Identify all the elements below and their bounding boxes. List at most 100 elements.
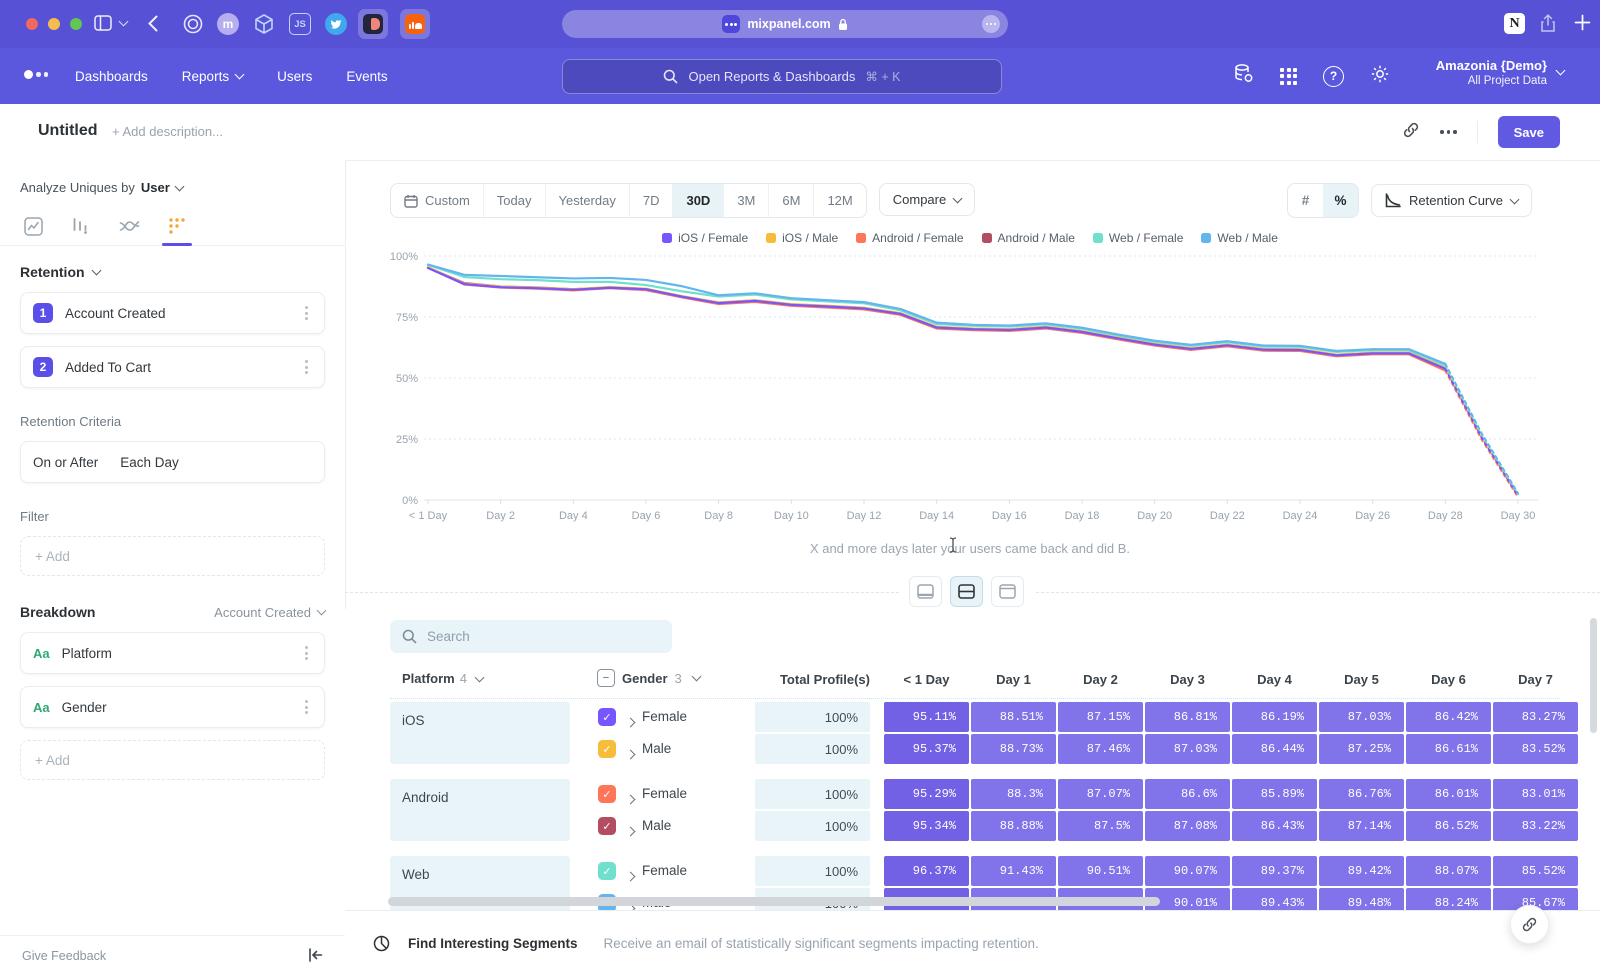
target-app-icon[interactable]	[182, 13, 204, 35]
add-filter-button[interactable]: + Add	[20, 536, 325, 576]
breakdown-platform[interactable]: Aa Platform	[20, 632, 325, 674]
percent-toggle[interactable]: %	[1323, 184, 1358, 217]
series-checkbox[interactable]: ✓	[598, 785, 616, 803]
global-search[interactable]: Open Reports & Dashboards ⌘ + K	[562, 59, 1002, 94]
legend-item[interactable]: Android / Male	[982, 231, 1075, 245]
range-30d[interactable]: 30D	[672, 184, 723, 217]
series-checkbox[interactable]: ✓	[598, 708, 616, 726]
bird-app-icon[interactable]	[325, 13, 347, 35]
series-checkbox[interactable]: ✓	[598, 740, 616, 758]
kebab-menu-icon[interactable]	[301, 356, 312, 378]
notion-extension-icon[interactable]: N	[1504, 13, 1525, 34]
nav-item-reports[interactable]: Reports	[182, 69, 243, 84]
criteria-mode[interactable]: On or After	[33, 455, 98, 470]
m-avatar-app-icon[interactable]: m	[217, 13, 239, 35]
back-icon[interactable]	[148, 15, 158, 32]
share-icon[interactable]	[1540, 14, 1556, 33]
retention-criteria-card[interactable]: On or After Each Day	[20, 441, 325, 483]
kebab-menu-icon[interactable]	[301, 696, 312, 718]
expand-row-chevron[interactable]	[627, 822, 634, 840]
more-options-icon[interactable]	[1440, 130, 1457, 134]
gender-select-all-checkbox[interactable]: −	[597, 669, 615, 687]
platform-column-header[interactable]: Platform 4	[402, 671, 483, 686]
kebab-menu-icon[interactable]	[301, 302, 312, 324]
sidebar-toggle-icon[interactable]	[94, 15, 112, 31]
svg-text:< 1 Day: < 1 Day	[409, 510, 448, 522]
criteria-interval[interactable]: Each Day	[120, 455, 179, 470]
kebab-menu-icon[interactable]	[301, 642, 312, 664]
retention-step-1[interactable]: 1 Account Created	[20, 292, 325, 334]
analyze-uniques-row[interactable]: Analyze Uniques by User	[20, 180, 325, 195]
account-switcher[interactable]: Amazonia {Demo} All Project Data	[1436, 57, 1564, 87]
table-search-input[interactable]: Search	[390, 620, 672, 653]
tab-retention[interactable]	[166, 214, 188, 238]
tab-insights[interactable]	[22, 214, 44, 238]
segments-title[interactable]: Find Interesting Segments	[408, 936, 578, 951]
collapse-sidebar-icon[interactable]	[308, 948, 323, 965]
retention-section-heading[interactable]: Retention	[20, 264, 325, 280]
nav-item-users[interactable]: Users	[277, 69, 312, 84]
url-bar[interactable]: mixpanel.com	[562, 10, 1008, 38]
split-view-button[interactable]	[950, 576, 983, 607]
nav-item-events[interactable]: Events	[346, 69, 387, 84]
breakdown-gender[interactable]: Aa Gender	[20, 686, 325, 728]
chart-type-selector[interactable]: Retention Curve	[1371, 184, 1532, 217]
expand-row-chevron[interactable]	[627, 713, 634, 731]
legend-item[interactable]: iOS / Female	[662, 231, 748, 245]
give-feedback-link[interactable]: Give Feedback	[22, 949, 106, 963]
breakdown-target-selector[interactable]: Account Created	[214, 605, 325, 620]
zoom-window-button[interactable]	[70, 18, 82, 30]
table-only-view-button[interactable]	[991, 576, 1024, 607]
range-3m[interactable]: 3M	[723, 184, 768, 217]
copy-link-icon[interactable]	[1402, 121, 1420, 144]
js-app-icon[interactable]: JS	[289, 13, 311, 35]
horizontal-scrollbar[interactable]	[388, 897, 1160, 906]
report-title[interactable]: Untitled	[38, 122, 98, 140]
gender-column-header[interactable]: −Gender 3	[597, 669, 700, 687]
url-more-button[interactable]	[982, 15, 1000, 33]
close-window-button[interactable]	[26, 18, 38, 30]
compare-button[interactable]: Compare	[879, 183, 975, 216]
nav-item-dashboards[interactable]: Dashboards	[75, 69, 148, 84]
vertical-scrollbar[interactable]	[1590, 618, 1597, 733]
retention-value-cell: 96.37%	[884, 856, 969, 886]
minimize-window-button[interactable]	[48, 18, 60, 30]
retention-step-2[interactable]: 2 Added To Cart	[20, 346, 325, 388]
data-management-icon[interactable]	[1233, 63, 1254, 89]
expand-row-chevron[interactable]	[627, 745, 634, 763]
tab-flows[interactable]	[118, 214, 140, 238]
legend-item[interactable]: Android / Female	[856, 231, 963, 245]
help-icon[interactable]: ?	[1323, 66, 1344, 87]
tab-funnels[interactable]	[70, 214, 92, 238]
expand-row-chevron[interactable]	[627, 867, 634, 885]
expand-row-chevron[interactable]	[627, 790, 634, 808]
chevron-down-icon[interactable]	[120, 21, 127, 25]
range-6m[interactable]: 6M	[768, 184, 813, 217]
legend-item[interactable]: Web / Female	[1093, 231, 1183, 245]
add-breakdown-button[interactable]: + Add	[20, 740, 325, 780]
svg-text:Day 30: Day 30	[1501, 510, 1536, 522]
new-tab-icon[interactable]	[1574, 14, 1591, 31]
legend-item[interactable]: iOS / Male	[766, 231, 838, 245]
range-12m[interactable]: 12M	[813, 184, 865, 217]
cube-app-icon[interactable]	[253, 13, 275, 35]
mixpanel-logo[interactable]	[24, 70, 48, 79]
range-7d[interactable]: 7D	[629, 184, 673, 217]
apps-grid-icon[interactable]	[1280, 68, 1297, 85]
series-checkbox[interactable]: ✓	[598, 817, 616, 835]
retention-value-cell: 86.81%	[1145, 702, 1230, 732]
series-checkbox[interactable]: ✓	[598, 862, 616, 880]
range-yesterday[interactable]: Yesterday	[545, 184, 629, 217]
range-today[interactable]: Today	[483, 184, 545, 217]
chart-only-view-button[interactable]	[909, 576, 942, 607]
retention-value-cell: 87.5%	[1058, 811, 1143, 841]
legend-item[interactable]: Web / Male	[1201, 231, 1277, 245]
soundcloud-app-tab[interactable]	[400, 9, 430, 39]
absolute-numbers-toggle[interactable]: #	[1288, 184, 1323, 217]
journal-app-tab[interactable]	[358, 9, 388, 39]
report-description-placeholder[interactable]: + Add description...	[112, 124, 223, 139]
share-link-floating-button[interactable]	[1510, 905, 1549, 944]
settings-gear-icon[interactable]	[1370, 64, 1390, 89]
save-button[interactable]: Save	[1498, 116, 1560, 148]
range-custom[interactable]: Custom	[391, 184, 483, 217]
